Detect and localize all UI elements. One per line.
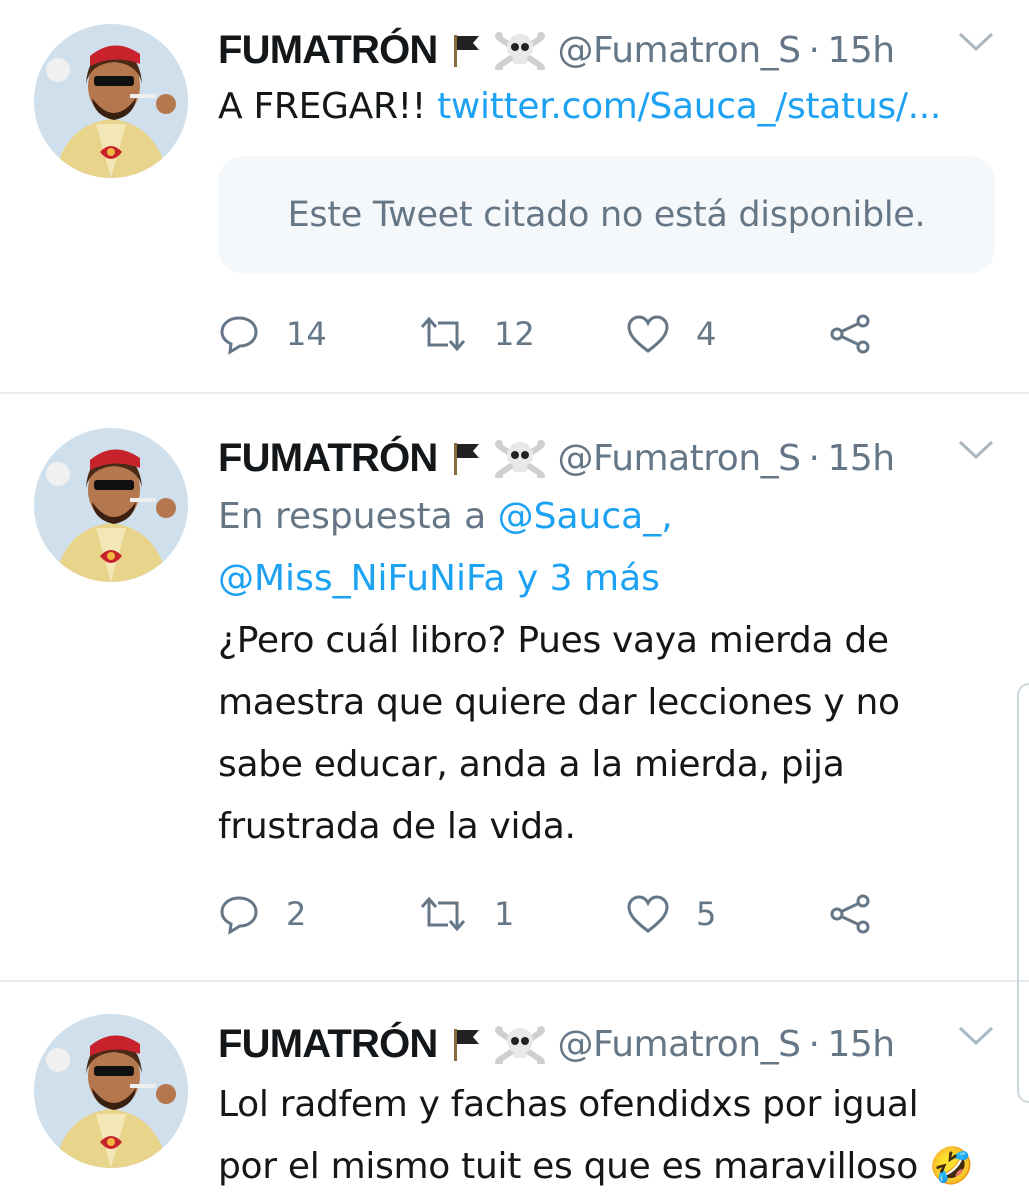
share-icon <box>830 314 870 354</box>
avatar[interactable] <box>34 24 188 178</box>
retweet-button[interactable]: 12 <box>418 304 535 364</box>
skull-crossbones-icon <box>495 438 546 478</box>
retweet-icon <box>420 896 466 932</box>
like-icon <box>627 895 669 933</box>
reply-button[interactable]: 2 <box>218 884 306 944</box>
display-name[interactable]: FUMATRÓN <box>218 436 438 481</box>
reply-icon <box>220 316 258 355</box>
tweet-actions: 14 12 4 <box>218 304 995 364</box>
separator-dot: · <box>808 437 820 479</box>
avatar-image <box>34 428 188 582</box>
like-icon <box>627 315 669 353</box>
like-count: 5 <box>696 895 717 933</box>
reply-context: En respuesta a @Sauca_, @Miss_NiFuNiFa y… <box>218 486 995 610</box>
reply-count: 2 <box>286 895 307 933</box>
tweet-text-content: A FREGAR!! <box>218 86 438 127</box>
avatar-image <box>34 24 188 178</box>
reply-button[interactable]: 14 <box>218 304 327 364</box>
chevron-down-icon[interactable] <box>957 438 995 462</box>
separator-dot: · <box>808 1023 820 1065</box>
black-flag-icon <box>451 441 481 475</box>
like-count: 4 <box>696 315 717 353</box>
tweet-text: Lol radfem y fachas ofendidxs por igual … <box>218 1084 974 1187</box>
tweet[interactable]: FUMATRÓN @Fumatron_S · 15h Lol radfem y … <box>0 982 1029 1200</box>
username[interactable]: @Fumatron_S <box>557 438 801 479</box>
quoted-tweet-unavailable[interactable]: Este Tweet citado no está disponible. <box>218 156 995 274</box>
mention-link[interactable]: @Sauca_, <box>498 496 673 537</box>
avatar[interactable] <box>34 1014 188 1168</box>
share-icon <box>830 894 870 934</box>
like-button[interactable]: 4 <box>626 304 716 364</box>
tweet-text: A FREGAR!! twitter.com/Sauca_/status/... <box>218 76 995 138</box>
share-button[interactable] <box>828 884 872 944</box>
reply-context-label: En respuesta a <box>218 496 498 537</box>
skull-crossbones-icon <box>495 30 546 70</box>
reply-icon <box>220 896 258 935</box>
display-name[interactable]: FUMATRÓN <box>218 28 438 73</box>
timestamp[interactable]: 15h <box>827 1024 895 1065</box>
retweet-count: 1 <box>494 895 515 933</box>
reply-count: 14 <box>286 315 327 353</box>
username[interactable]: @Fumatron_S <box>557 30 801 71</box>
username[interactable]: @Fumatron_S <box>557 1024 801 1065</box>
retweet-button[interactable]: 1 <box>418 884 514 944</box>
retweet-count: 12 <box>494 315 535 353</box>
avatar-image <box>34 1014 188 1168</box>
mention-link[interactable]: @Miss_NiFuNiFa y 3 más <box>218 558 660 599</box>
retweet-icon <box>420 316 466 352</box>
share-button[interactable] <box>828 304 872 364</box>
tweet-actions: 2 1 5 <box>218 884 995 944</box>
tweet-text: ¿Pero cuál libro? Pues vaya mierda de ma… <box>218 620 911 847</box>
timestamp[interactable]: 15h <box>827 30 895 71</box>
separator-dot: · <box>808 29 820 71</box>
scrollbar[interactable] <box>1017 683 1029 1103</box>
skull-crossbones-icon <box>495 1024 546 1064</box>
tweet[interactable]: FUMATRÓN @Fumatron_S · 15h A FREGAR!! tw… <box>0 0 1029 394</box>
chevron-down-icon[interactable] <box>957 1024 995 1048</box>
like-button[interactable]: 5 <box>626 884 716 944</box>
black-flag-icon <box>451 33 481 67</box>
timestamp[interactable]: 15h <box>827 438 895 479</box>
display-name[interactable]: FUMATRÓN <box>218 1022 438 1067</box>
tweet-link[interactable]: twitter.com/Sauca_/status/... <box>437 86 941 127</box>
avatar[interactable] <box>34 428 188 582</box>
timeline: FUMATRÓN @Fumatron_S · 15h A FREGAR!! tw… <box>0 0 1029 1200</box>
tweet[interactable]: FUMATRÓN @Fumatron_S · 15h En respuesta … <box>0 394 1029 982</box>
chevron-down-icon[interactable] <box>957 30 995 54</box>
black-flag-icon <box>451 1027 481 1061</box>
